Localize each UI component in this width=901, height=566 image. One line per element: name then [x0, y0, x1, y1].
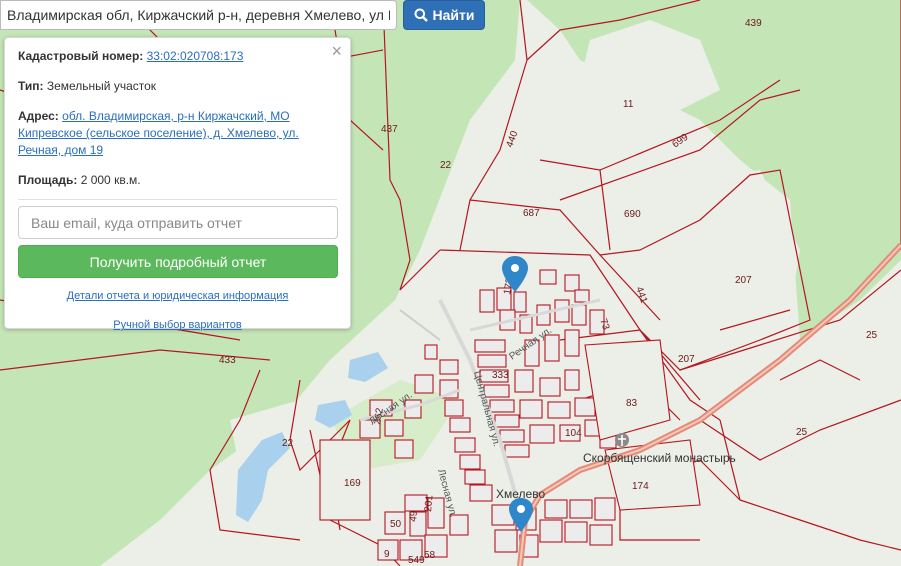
address-label: Адрес:	[18, 109, 59, 123]
cross-icon	[615, 433, 629, 447]
search-button[interactable]: Найти	[403, 0, 485, 30]
cadastral-number-link[interactable]: 33:02:020708:173	[147, 49, 244, 63]
parcel-info-panel: × Кадастровый номер: 33:02:020708:173 Ти…	[4, 37, 351, 331]
parcel-number-label: 439	[745, 18, 762, 29]
address-link-line2[interactable]: Кипревское (сельское поселение), д. Хмел…	[18, 126, 299, 140]
manual-selection-link[interactable]: Ручной выбор вариантов	[18, 319, 337, 331]
monastery-label: Скорбященский монастырь	[583, 451, 736, 465]
parcel-number-label: 433	[219, 355, 236, 366]
divider	[18, 199, 337, 200]
address-link-line3[interactable]: Речная, дом 19	[18, 143, 103, 157]
parcel-number-label: 201	[423, 494, 435, 512]
type-value: Земельный участок	[46, 79, 157, 93]
area-value: 2 000 кв.м.	[80, 173, 141, 187]
parcel-number-label: 104	[565, 428, 582, 439]
email-field[interactable]	[18, 206, 338, 239]
report-details-link[interactable]: Детали отчета и юридическая информация	[18, 290, 337, 302]
parcel-number-label: 207	[678, 354, 695, 365]
get-report-button[interactable]: Получить подробный отчет	[18, 245, 338, 278]
parcel-number-label: 11	[623, 99, 634, 110]
area-row: Площадь: 2 000 кв.м.	[18, 172, 337, 189]
cadastral-number-label: Кадастровый номер:	[18, 49, 144, 63]
address-search-input[interactable]	[0, 0, 397, 30]
address-link-line1[interactable]: обл. Владимирская, р-н Киржачский, МО	[62, 109, 289, 123]
parcel-number-label: 25	[866, 330, 878, 341]
parcel-number-label: 333	[492, 370, 509, 381]
parcel-number-label: 9	[384, 549, 390, 560]
parcel-number-label: 22	[440, 160, 452, 171]
search-button-label: Найти	[432, 7, 475, 23]
search-icon	[414, 8, 428, 22]
type-label: Тип:	[18, 79, 44, 93]
area-label: Площадь:	[18, 173, 78, 187]
parcel-number-label: 174	[632, 481, 649, 492]
parcel-number-label: 83	[626, 398, 638, 409]
parcel-number-label: 25	[796, 427, 808, 438]
parcel-number-label: 49	[408, 510, 420, 522]
parcel-number-label: 687	[523, 208, 540, 219]
parcel-number-label: 549	[408, 555, 425, 566]
parcel-number-label: 207	[735, 275, 752, 286]
parcel-number-label: 58	[424, 550, 436, 561]
cadastral-row: Кадастровый номер: 33:02:020708:173	[18, 48, 337, 65]
parcel-number-label: 169	[344, 478, 361, 489]
parcel-number-label: 50	[390, 519, 402, 530]
parcel-number-label: 22	[282, 438, 294, 449]
close-icon[interactable]: ×	[331, 42, 342, 60]
parcel-number-label: 690	[624, 209, 641, 220]
parcel-number-label: 437	[381, 124, 398, 135]
type-row: Тип: Земельный участок	[18, 78, 337, 95]
address-row: Адрес: обл. Владимирская, р-н Киржачский…	[18, 108, 337, 159]
